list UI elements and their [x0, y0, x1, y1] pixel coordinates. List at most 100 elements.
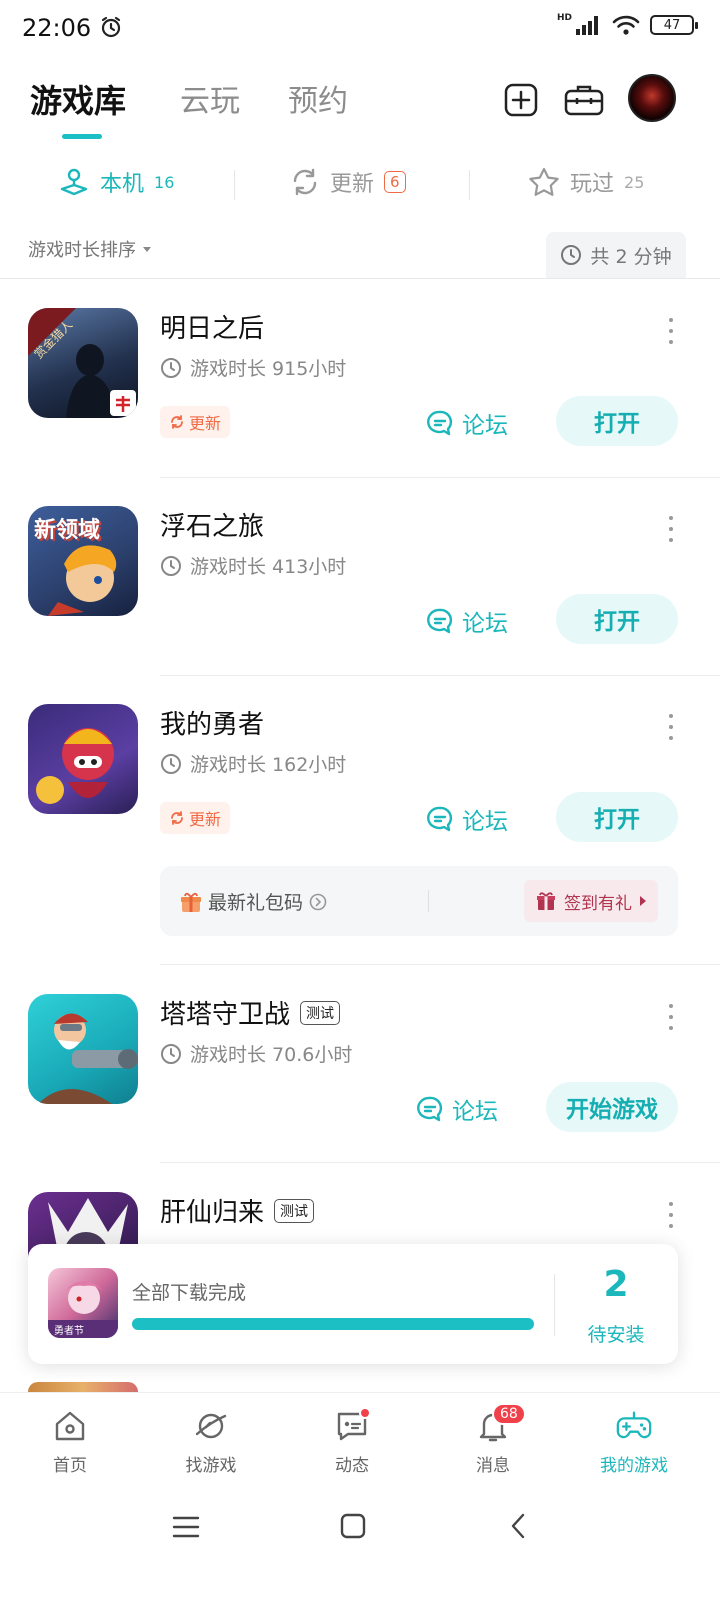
subtab-divider	[234, 170, 235, 200]
more-options-icon[interactable]	[664, 1004, 678, 1030]
game-title: 我的勇者	[160, 710, 265, 740]
start-game-button[interactable]: 开始游戏	[546, 1082, 678, 1132]
tab-game-library[interactable]: 游戏库	[30, 76, 126, 122]
nav-activity-label: 动态	[335, 1456, 369, 1476]
open-game-button[interactable]: 打开	[556, 792, 678, 842]
gift-icon	[181, 892, 201, 912]
notification-dot	[359, 1407, 371, 1419]
add-game-button[interactable]	[503, 82, 539, 118]
active-tab-indicator	[62, 134, 102, 139]
open-game-button[interactable]: 打开	[556, 396, 678, 446]
row-divider	[160, 477, 720, 478]
game-icon[interactable]	[28, 994, 138, 1104]
status-time: 22:06	[22, 14, 123, 42]
forum-button[interactable]: 论坛	[426, 604, 508, 638]
game-icon[interactable]: 赏金猎人	[28, 308, 138, 418]
update-tag[interactable]: 更新	[160, 802, 231, 834]
refresh-icon	[171, 415, 183, 429]
update-tag[interactable]: 更新	[160, 406, 231, 438]
message-count-badge: 68	[492, 1403, 526, 1425]
alarm-icon	[101, 16, 120, 38]
battery-indicator: 47	[650, 15, 698, 35]
subtab-played[interactable]: 玩过 25	[528, 166, 644, 198]
clock-icon	[161, 753, 181, 774]
forum-icon	[417, 1096, 443, 1122]
download-game-thumb: 勇者节	[48, 1268, 118, 1338]
more-options-icon[interactable]	[664, 318, 678, 344]
test-tag: 测试	[274, 1198, 315, 1223]
game-playtime: 游戏时长 70.6小时	[160, 1040, 352, 1067]
pending-install-count: 2	[603, 1264, 629, 1305]
signal-icon	[576, 16, 598, 35]
menu-icon[interactable]	[172, 1514, 200, 1540]
nav-my-games[interactable]: 我的游戏	[584, 1407, 684, 1476]
subtab-played-label: 玩过	[570, 172, 615, 197]
row-divider	[160, 675, 720, 676]
gamepad-icon	[616, 1411, 652, 1439]
download-status-card[interactable]: 勇者节 全部下载完成 2 待安装	[28, 1244, 678, 1364]
forum-icon	[427, 608, 453, 634]
tab-reservation[interactable]: 预约	[288, 76, 348, 120]
game-icon[interactable]	[28, 704, 138, 814]
system-nav-bar	[0, 1492, 720, 1601]
game-title: 明日之后	[160, 314, 265, 344]
game-art	[36, 728, 114, 804]
sort-dropdown[interactable]: 游戏时长排序	[28, 236, 152, 262]
caret-right-icon	[640, 896, 646, 906]
clock-icon	[161, 357, 181, 378]
forum-button[interactable]: 论坛	[426, 802, 508, 836]
tab-cloud-play[interactable]: 云玩	[180, 76, 240, 120]
refresh-icon	[171, 811, 183, 825]
status-icons: HD 47	[556, 13, 698, 36]
more-options-icon[interactable]	[664, 516, 678, 542]
wifi-icon	[612, 15, 640, 35]
hd-label: HD	[556, 13, 572, 23]
forum-button[interactable]: 论坛	[426, 406, 508, 440]
row-divider	[160, 1162, 720, 1163]
nav-home[interactable]: 首页	[20, 1407, 120, 1476]
test-tag: 测试	[300, 1000, 341, 1025]
game-title: 浮石之旅	[160, 512, 265, 542]
nav-my-games-label: 我的游戏	[600, 1456, 668, 1476]
home-square-icon[interactable]	[340, 1512, 366, 1540]
total-playtime: 共 2 分钟	[546, 232, 686, 278]
star-icon	[529, 167, 559, 196]
download-progress-bar	[132, 1318, 534, 1330]
clock-icon	[161, 1043, 181, 1064]
gift-code-link[interactable]: 最新礼包码	[180, 888, 327, 915]
game-art	[28, 308, 136, 418]
forum-button[interactable]: 论坛	[416, 1092, 498, 1126]
forum-icon	[427, 410, 453, 436]
user-avatar[interactable]	[628, 74, 676, 122]
game-icon[interactable]: 新领域	[28, 506, 138, 616]
nav-find-games[interactable]: 找游戏	[161, 1407, 261, 1476]
game-playtime: 游戏时长 413小时	[160, 552, 346, 579]
open-game-button[interactable]: 打开	[556, 594, 678, 644]
pending-install-label: 待安装	[587, 1324, 645, 1346]
gift-bar: 最新礼包码 签到有礼	[160, 866, 678, 936]
toolbox-icon	[564, 85, 604, 116]
clock-icon	[161, 555, 181, 576]
more-options-icon[interactable]	[664, 714, 678, 740]
caret-down-icon	[143, 247, 151, 252]
nav-messages[interactable]: 68 消息	[443, 1403, 543, 1476]
checkin-reward-button[interactable]: 签到有礼	[524, 880, 658, 922]
clock-icon	[561, 245, 582, 265]
more-options-icon[interactable]	[664, 1202, 678, 1228]
game-playtime: 游戏时长 162小时	[160, 750, 346, 777]
icon-title-art: 新领域	[34, 518, 101, 543]
subtab-played-count: 25	[624, 172, 645, 192]
joystick-icon	[60, 168, 88, 196]
nav-messages-label: 消息	[476, 1456, 510, 1476]
subtab-local[interactable]: 本机 16	[58, 166, 174, 198]
game-title: 塔塔守卫战 测试	[160, 994, 341, 1031]
toolbox-button[interactable]	[564, 82, 604, 118]
back-icon[interactable]	[508, 1512, 528, 1540]
thumb-label: 勇者节	[54, 1326, 84, 1337]
nav-activity[interactable]: 动态	[302, 1407, 402, 1476]
subtab-update[interactable]: 更新 6	[290, 166, 406, 198]
game-art	[38, 1013, 138, 1104]
total-playtime-text: 共 2 分钟	[590, 245, 672, 268]
subtab-update-label: 更新	[330, 172, 375, 197]
nav-home-label: 首页	[53, 1456, 87, 1476]
